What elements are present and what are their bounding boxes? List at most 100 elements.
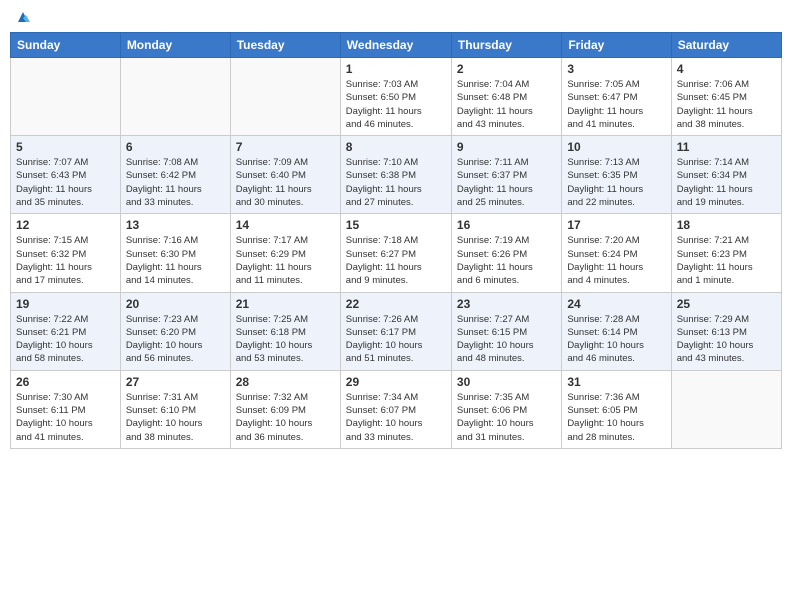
- week-row-2: 5 Sunrise: 7:07 AM Sunset: 6:43 PM Daylig…: [11, 136, 782, 214]
- day-number: 5: [16, 140, 115, 154]
- day-number: 29: [346, 375, 446, 389]
- day-info: Sunrise: 7:05 AM Sunset: 6:47 PM Dayligh…: [567, 78, 665, 131]
- calendar-cell: 20 Sunrise: 7:23 AM Sunset: 6:20 PM Dayli…: [120, 292, 230, 370]
- day-info: Sunrise: 7:15 AM Sunset: 6:32 PM Dayligh…: [16, 234, 115, 287]
- day-number: 27: [126, 375, 225, 389]
- week-row-5: 26Sunrise: 7:30 AM Sunset: 6:11 PM Dayli…: [11, 370, 782, 448]
- day-number: 14: [236, 218, 335, 232]
- page-header: [10, 10, 782, 24]
- calendar-cell: 26Sunrise: 7:30 AM Sunset: 6:11 PM Dayli…: [11, 370, 121, 448]
- day-info: Sunrise: 7:32 AM Sunset: 6:09 PM Dayligh…: [236, 391, 335, 444]
- calendar-cell: 28 Sunrise: 7:32 AM Sunset: 6:09 PM Dayli…: [230, 370, 340, 448]
- day-info: Sunrise: 7:04 AM Sunset: 6:48 PM Dayligh…: [457, 78, 556, 131]
- day-number: 25: [677, 297, 776, 311]
- day-number: 8: [346, 140, 446, 154]
- day-info: Sunrise: 7:35 AM Sunset: 6:06 PM Dayligh…: [457, 391, 556, 444]
- calendar-cell: 6 Sunrise: 7:08 AM Sunset: 6:42 PM Daylig…: [120, 136, 230, 214]
- week-row-1: 1 Sunrise: 7:03 AM Sunset: 6:50 PM Daylig…: [11, 58, 782, 136]
- day-info: Sunrise: 7:20 AM Sunset: 6:24 PM Dayligh…: [567, 234, 665, 287]
- day-number: 30: [457, 375, 556, 389]
- calendar-cell: [11, 58, 121, 136]
- day-info: Sunrise: 7:16 AM Sunset: 6:30 PM Dayligh…: [126, 234, 225, 287]
- calendar-cell: [230, 58, 340, 136]
- calendar-cell: 24 Sunrise: 7:28 AM Sunset: 6:14 PM Dayli…: [562, 292, 671, 370]
- day-info: Sunrise: 7:26 AM Sunset: 6:17 PM Dayligh…: [346, 313, 446, 366]
- calendar-cell: 29 Sunrise: 7:34 AM Sunset: 6:07 PM Dayli…: [340, 370, 451, 448]
- day-number: 11: [677, 140, 776, 154]
- day-info: Sunrise: 7:14 AM Sunset: 6:34 PM Dayligh…: [677, 156, 776, 209]
- day-info: Sunrise: 7:27 AM Sunset: 6:15 PM Dayligh…: [457, 313, 556, 366]
- day-info: Sunrise: 7:03 AM Sunset: 6:50 PM Dayligh…: [346, 78, 446, 131]
- calendar-cell: [671, 370, 781, 448]
- day-number: 15: [346, 218, 446, 232]
- calendar-cell: 16 Sunrise: 7:19 AM Sunset: 6:26 PM Dayli…: [451, 214, 561, 292]
- calendar-cell: 10Sunrise: 7:13 AM Sunset: 6:35 PM Dayli…: [562, 136, 671, 214]
- calendar-cell: 11 Sunrise: 7:14 AM Sunset: 6:34 PM Dayli…: [671, 136, 781, 214]
- day-number: 6: [126, 140, 225, 154]
- header-friday: Friday: [562, 33, 671, 58]
- day-info: Sunrise: 7:31 AM Sunset: 6:10 PM Dayligh…: [126, 391, 225, 444]
- calendar-cell: 30 Sunrise: 7:35 AM Sunset: 6:06 PM Dayli…: [451, 370, 561, 448]
- day-number: 23: [457, 297, 556, 311]
- calendar-cell: 27 Sunrise: 7:31 AM Sunset: 6:10 PM Dayli…: [120, 370, 230, 448]
- day-info: Sunrise: 7:28 AM Sunset: 6:14 PM Dayligh…: [567, 313, 665, 366]
- calendar-cell: 3 Sunrise: 7:05 AM Sunset: 6:47 PM Daylig…: [562, 58, 671, 136]
- day-number: 20: [126, 297, 225, 311]
- calendar-cell: 14 Sunrise: 7:17 AM Sunset: 6:29 PM Dayli…: [230, 214, 340, 292]
- day-number: 26: [16, 375, 115, 389]
- day-info: Sunrise: 7:08 AM Sunset: 6:42 PM Dayligh…: [126, 156, 225, 209]
- day-number: 9: [457, 140, 556, 154]
- week-row-4: 19 Sunrise: 7:22 AM Sunset: 6:21 PM Dayli…: [11, 292, 782, 370]
- calendar-cell: 5 Sunrise: 7:07 AM Sunset: 6:43 PM Daylig…: [11, 136, 121, 214]
- day-number: 7: [236, 140, 335, 154]
- header-tuesday: Tuesday: [230, 33, 340, 58]
- calendar-cell: 31 Sunrise: 7:36 AM Sunset: 6:05 PM Dayli…: [562, 370, 671, 448]
- day-number: 3: [567, 62, 665, 76]
- day-info: Sunrise: 7:13 AM Sunset: 6:35 PM Dayligh…: [567, 156, 665, 209]
- calendar-cell: 22 Sunrise: 7:26 AM Sunset: 6:17 PM Dayli…: [340, 292, 451, 370]
- day-info: Sunrise: 7:17 AM Sunset: 6:29 PM Dayligh…: [236, 234, 335, 287]
- calendar-cell: 23 Sunrise: 7:27 AM Sunset: 6:15 PM Dayli…: [451, 292, 561, 370]
- calendar-cell: 15 Sunrise: 7:18 AM Sunset: 6:27 PM Dayli…: [340, 214, 451, 292]
- day-info: Sunrise: 7:21 AM Sunset: 6:23 PM Dayligh…: [677, 234, 776, 287]
- day-number: 12: [16, 218, 115, 232]
- day-number: 22: [346, 297, 446, 311]
- day-number: 19: [16, 297, 115, 311]
- header-sunday: Sunday: [11, 33, 121, 58]
- day-number: 16: [457, 218, 556, 232]
- logo-icon: [16, 10, 30, 24]
- day-info: Sunrise: 7:23 AM Sunset: 6:20 PM Dayligh…: [126, 313, 225, 366]
- day-info: Sunrise: 7:06 AM Sunset: 6:45 PM Dayligh…: [677, 78, 776, 131]
- day-info: Sunrise: 7:07 AM Sunset: 6:43 PM Dayligh…: [16, 156, 115, 209]
- calendar-cell: 25 Sunrise: 7:29 AM Sunset: 6:13 PM Dayli…: [671, 292, 781, 370]
- week-row-3: 12 Sunrise: 7:15 AM Sunset: 6:32 PM Dayli…: [11, 214, 782, 292]
- day-info: Sunrise: 7:36 AM Sunset: 6:05 PM Dayligh…: [567, 391, 665, 444]
- day-number: 24: [567, 297, 665, 311]
- calendar-cell: 21Sunrise: 7:25 AM Sunset: 6:18 PM Dayli…: [230, 292, 340, 370]
- day-number: 28: [236, 375, 335, 389]
- calendar-cell: 7 Sunrise: 7:09 AM Sunset: 6:40 PM Daylig…: [230, 136, 340, 214]
- header-saturday: Saturday: [671, 33, 781, 58]
- calendar-table: SundayMondayTuesdayWednesdayThursdayFrid…: [10, 32, 782, 449]
- day-info: Sunrise: 7:22 AM Sunset: 6:21 PM Dayligh…: [16, 313, 115, 366]
- day-info: Sunrise: 7:09 AM Sunset: 6:40 PM Dayligh…: [236, 156, 335, 209]
- day-number: 4: [677, 62, 776, 76]
- day-info: Sunrise: 7:10 AM Sunset: 6:38 PM Dayligh…: [346, 156, 446, 209]
- day-number: 1: [346, 62, 446, 76]
- header-monday: Monday: [120, 33, 230, 58]
- calendar-cell: [120, 58, 230, 136]
- calendar-cell: 8 Sunrise: 7:10 AM Sunset: 6:38 PM Daylig…: [340, 136, 451, 214]
- day-info: Sunrise: 7:19 AM Sunset: 6:26 PM Dayligh…: [457, 234, 556, 287]
- calendar-cell: 4 Sunrise: 7:06 AM Sunset: 6:45 PM Daylig…: [671, 58, 781, 136]
- header-thursday: Thursday: [451, 33, 561, 58]
- calendar-cell: 12 Sunrise: 7:15 AM Sunset: 6:32 PM Dayli…: [11, 214, 121, 292]
- calendar-cell: 1 Sunrise: 7:03 AM Sunset: 6:50 PM Daylig…: [340, 58, 451, 136]
- day-number: 13: [126, 218, 225, 232]
- day-info: Sunrise: 7:29 AM Sunset: 6:13 PM Dayligh…: [677, 313, 776, 366]
- day-info: Sunrise: 7:18 AM Sunset: 6:27 PM Dayligh…: [346, 234, 446, 287]
- day-number: 2: [457, 62, 556, 76]
- day-info: Sunrise: 7:34 AM Sunset: 6:07 PM Dayligh…: [346, 391, 446, 444]
- day-info: Sunrise: 7:25 AM Sunset: 6:18 PM Dayligh…: [236, 313, 335, 366]
- day-number: 31: [567, 375, 665, 389]
- calendar-cell: 9Sunrise: 7:11 AM Sunset: 6:37 PM Daylig…: [451, 136, 561, 214]
